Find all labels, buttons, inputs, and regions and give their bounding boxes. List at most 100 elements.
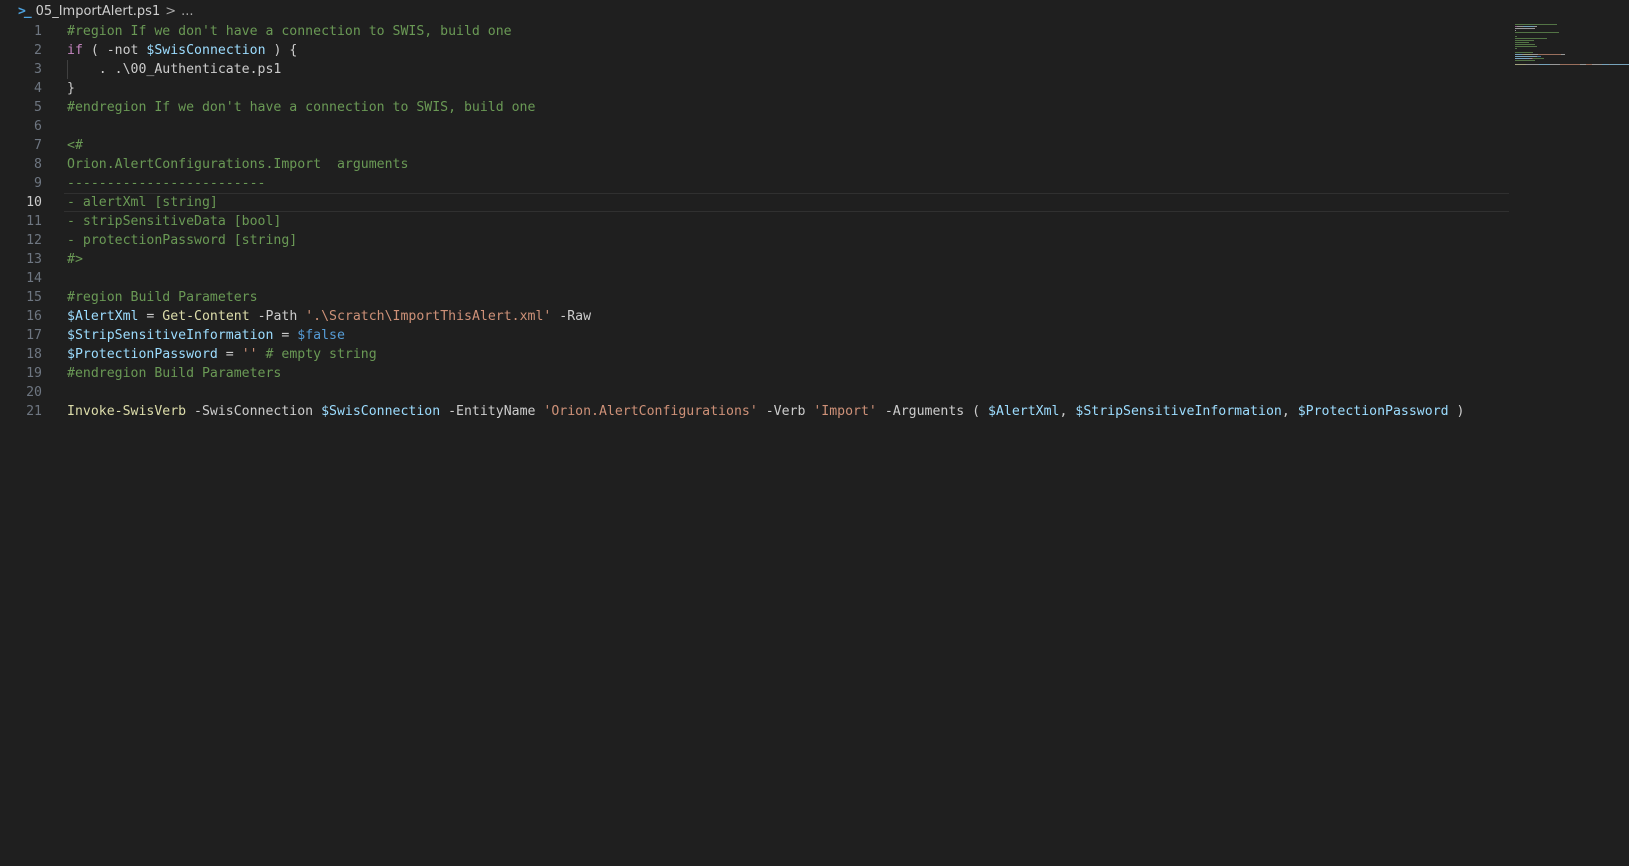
code-text: } (67, 79, 75, 98)
code-token: '.\Scratch\ImportThisAlert.xml' (305, 309, 552, 324)
minimap-segment (1515, 64, 1527, 65)
breadcrumb-file[interactable]: 05_ImportAlert.ps1 (36, 4, 161, 19)
code-line[interactable]: 9 ------------------------- (0, 174, 1629, 193)
minimap-segment (1602, 64, 1609, 65)
code-text: #> (67, 250, 83, 269)
code-text: ------------------------- (67, 174, 266, 193)
code-token: $SwisConnection (146, 43, 266, 58)
code-line[interactable]: 14 (0, 269, 1629, 288)
code-text: #endregion Build Parameters (67, 364, 281, 383)
code-text: - stripSensitiveData [bool] (67, 212, 281, 231)
code-line[interactable]: 10 - alertXml [string] (0, 193, 1629, 212)
code-line[interactable]: 18 $ProtectionPassword = '' # empty strin… (0, 345, 1629, 364)
line-number: 1 (34, 24, 42, 39)
code-text: #region If we don't have a connection to… (67, 22, 512, 41)
code-line[interactable]: 3 . .\00_Authenticate.ps1 (0, 60, 1629, 79)
breadcrumb: >_ 05_ImportAlert.ps1 > ... (0, 0, 1629, 22)
minimap-segment (1515, 40, 1534, 41)
code-line[interactable]: 21 Invoke-SwisVerb -SwisConnection $SwisC… (0, 402, 1629, 421)
line-number: 7 (34, 138, 42, 153)
code-text: $AlertXml = Get-Content -Path '.\Scratch… (67, 307, 591, 326)
line-number: 3 (34, 62, 42, 77)
code-token: ) { (265, 43, 298, 58)
code-token: $false (297, 328, 345, 343)
minimap-segment (1524, 54, 1533, 55)
minimap-segment (1560, 64, 1581, 65)
minimap-segment (1533, 26, 1537, 27)
code-token: #region Build Parameters (67, 290, 258, 305)
code-token: - protectionPassword [string] (67, 233, 298, 248)
code-token: -EntityName (440, 404, 544, 419)
code-line[interactable]: 12 - protectionPassword [string] (0, 231, 1629, 250)
line-number: 9 (34, 176, 42, 191)
code-token: = (273, 328, 298, 343)
code-text: #region Build Parameters (67, 288, 258, 307)
code-line[interactable]: 7 <# (0, 136, 1629, 155)
code-line[interactable]: 20 (0, 383, 1629, 402)
minimap-segment (1610, 64, 1629, 65)
line-number: 15 (26, 290, 42, 305)
line-number: 14 (26, 271, 42, 286)
code-token: #endregion Build Parameters (67, 366, 282, 381)
code-token: if (67, 43, 83, 58)
code-line[interactable]: 6 (0, 117, 1629, 136)
code-line[interactable]: 13 #> (0, 250, 1629, 269)
breadcrumb-more[interactable]: ... (181, 4, 193, 19)
code-editor[interactable]: 1 #region If we don't have a connection t… (0, 22, 1629, 421)
code-token: $ProtectionPassword (1297, 404, 1449, 419)
code-token: -Verb (757, 404, 814, 419)
minimap[interactable] (1515, 22, 1629, 82)
code-line[interactable]: 5 #endregion If we don't have a connectio… (0, 98, 1629, 117)
minimap-segment (1515, 24, 1557, 25)
code-token: Invoke-SwisVerb (67, 404, 187, 419)
code-token: = (138, 309, 163, 324)
code-token: Get-Content (162, 309, 250, 324)
code-line[interactable]: 1 #region If we don't have a connection t… (0, 22, 1629, 41)
chevron-right-icon: > (165, 3, 177, 19)
code-text: . .\00_Authenticate.ps1 (67, 60, 282, 79)
minimap-segment (1515, 58, 1530, 59)
line-number: 13 (26, 252, 42, 267)
line-number: 11 (26, 214, 42, 229)
minimap-segment (1539, 64, 1551, 65)
code-line[interactable]: 11 - stripSensitiveData [bool] (0, 212, 1629, 231)
powershell-icon: >_ (18, 3, 32, 19)
code-token: $AlertXml (67, 309, 139, 324)
line-number: 12 (26, 233, 42, 248)
line-number: 16 (26, 309, 42, 324)
line-number: 4 (34, 81, 42, 96)
minimap-segment (1536, 56, 1542, 57)
code-token: , (1059, 404, 1076, 419)
code-line[interactable]: 8 Orion.AlertConfigurations.Import argume… (0, 155, 1629, 174)
code-token: -Raw (551, 309, 592, 324)
code-token: . .\00_Authenticate.ps1 (67, 62, 282, 77)
code-token: ) (1448, 404, 1465, 419)
code-line[interactable]: 2 if ( -not $SwisConnection ) { (0, 41, 1629, 60)
code-token: ( -not (82, 43, 147, 58)
minimap-segment (1515, 60, 1536, 61)
code-text: #endregion If we don't have a connection… (67, 98, 535, 117)
code-token: -SwisConnection (186, 404, 322, 419)
minimap-segment (1515, 44, 1536, 45)
code-line[interactable]: 19 #endregion Build Parameters (0, 364, 1629, 383)
code-line[interactable]: 16 $AlertXml = Get-Content -Path '.\Scrat… (0, 307, 1629, 326)
minimap-segment (1515, 36, 1517, 37)
code-text: - alertXml [string] (67, 193, 218, 212)
code-token: $StripSensitiveInformation (1075, 404, 1282, 419)
code-token: $SwisConnection (321, 404, 441, 419)
line-number: 8 (34, 157, 42, 172)
line-number: 18 (26, 347, 42, 362)
code-line[interactable]: 4} (0, 79, 1629, 98)
minimap-segment (1515, 48, 1517, 49)
minimap-segment (1560, 54, 1565, 55)
code-line[interactable]: 15 #region Build Parameters (0, 288, 1629, 307)
code-text: Orion.AlertConfigurations.Import argumen… (67, 155, 408, 174)
code-token: Orion.AlertConfigurations.Import argumen… (67, 157, 409, 172)
code-line[interactable]: 17 $StripSensitiveInformation = $false (0, 326, 1629, 345)
code-token: } (67, 81, 75, 96)
code-token: #endregion If we don't have a connection… (67, 100, 536, 115)
code-token: $ProtectionPassword (67, 347, 218, 362)
line-number: 2 (34, 43, 42, 58)
minimap-segment (1533, 58, 1545, 59)
minimap-segment (1550, 64, 1560, 65)
